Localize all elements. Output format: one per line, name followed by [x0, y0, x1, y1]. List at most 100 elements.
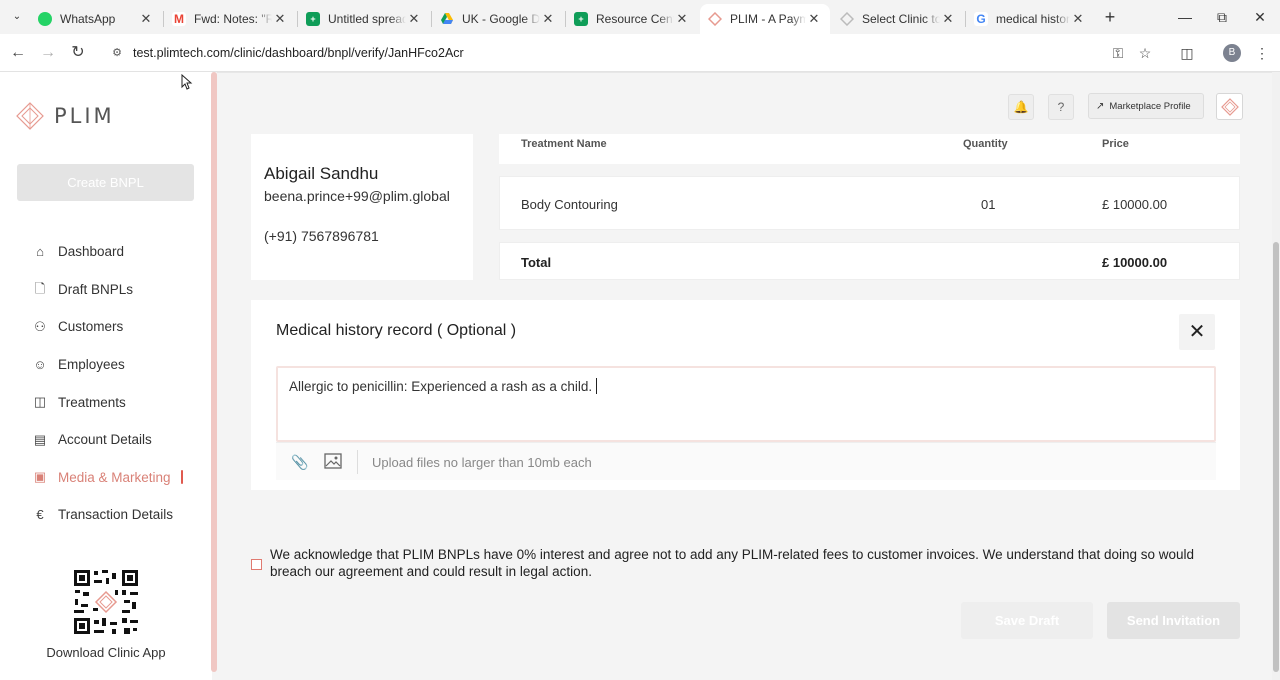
- close-icon[interactable]: ✕: [1179, 314, 1215, 350]
- sidebar-item-draft-bnpls[interactable]: 🗋 Draft BNPLs: [0, 271, 212, 309]
- upload-bar: 📎 Upload files no larger than 10mb each: [276, 442, 1216, 480]
- clinic-avatar[interactable]: [1216, 93, 1243, 120]
- treatment-table-header: Treatment Name Quantity Price: [499, 134, 1240, 164]
- home-icon: ⌂: [36, 243, 44, 259]
- close-icon[interactable]: ✕: [806, 11, 822, 27]
- minimize-icon[interactable]: —: [1173, 6, 1197, 28]
- sheets-icon: +: [306, 12, 320, 26]
- main-scrollbar[interactable]: [1272, 72, 1280, 680]
- treatments-icon: ◫: [33, 394, 47, 410]
- tab-title: Fwd: Notes: "Re: [194, 12, 272, 26]
- image-upload-icon[interactable]: [323, 453, 343, 471]
- plim-icon: [708, 12, 722, 26]
- tab-title: UK - Google Driv: [462, 12, 540, 26]
- paperclip-icon[interactable]: 📎: [290, 453, 310, 471]
- marketplace-profile-button[interactable]: ↗ Marketplace Profile: [1088, 93, 1204, 119]
- treatment-name: Body Contouring: [521, 197, 618, 212]
- sidebar-item-transaction-details[interactable]: € Transaction Details: [0, 496, 212, 534]
- close-icon[interactable]: ✕: [406, 11, 422, 27]
- window-close-icon[interactable]: ✕: [1248, 6, 1272, 28]
- sidebar-item-label: Transaction Details: [58, 507, 174, 523]
- sidebar-item-media-marketing[interactable]: ▣ Media & Marketing: [0, 459, 212, 497]
- total-label: Total: [521, 255, 552, 270]
- tab-title: Resource Centre: [596, 12, 674, 26]
- download-app-link[interactable]: Download Clinic App: [0, 645, 212, 660]
- divider: [357, 450, 358, 474]
- brand-name: PLIM: [54, 104, 115, 128]
- browser-tab[interactable]: G medical history c ✕: [966, 4, 1094, 34]
- browser-tab[interactable]: + Untitled spreads ✕: [298, 4, 430, 34]
- close-icon[interactable]: ✕: [1070, 11, 1086, 27]
- acknowledge-checkbox[interactable]: [251, 559, 262, 570]
- browser-tab[interactable]: WhatsApp ✕: [30, 4, 162, 34]
- close-icon[interactable]: ✕: [540, 11, 556, 27]
- plim-logo[interactable]: PLIM: [16, 102, 115, 130]
- user-plus-icon: ☺: [33, 356, 47, 372]
- column-header: Quantity: [963, 138, 1008, 150]
- browser-tab-active[interactable]: PLIM - A Paymen ✕: [700, 4, 830, 34]
- address-bar: ← → ↻ ⚙ test.plimtech.com/clinic/dashboa…: [0, 34, 1280, 72]
- sidebar-item-account-details[interactable]: ▤ Account Details: [0, 421, 212, 459]
- medical-history-value: Allergic to penicillin: Experienced a ra…: [289, 379, 593, 394]
- reload-icon[interactable]: ↻: [67, 42, 89, 64]
- site-info-icon[interactable]: ⚙: [110, 46, 124, 60]
- url-field[interactable]: ⚙ test.plimtech.com/clinic/dashboard/bnp…: [102, 40, 1162, 66]
- sidebar-item-customers[interactable]: ⚇ Customers: [0, 308, 212, 346]
- help-icon[interactable]: ?: [1048, 94, 1074, 120]
- create-bnpl-button[interactable]: Create BNPL: [17, 164, 194, 201]
- column-header: Treatment Name: [521, 138, 607, 150]
- customer-card: Abigail Sandhu beena.prince+99@plim.glob…: [251, 134, 473, 280]
- sidebar-item-label: Customers: [58, 319, 124, 335]
- save-draft-button[interactable]: Save Draft: [961, 602, 1093, 639]
- users-icon: ⚇: [34, 318, 46, 334]
- sidebar-item-treatments[interactable]: ◫ Treatments: [0, 383, 212, 421]
- browser-tab[interactable]: M Fwd: Notes: "Re ✕: [164, 4, 296, 34]
- tab-title: Select Clinic to c: [862, 12, 940, 26]
- notification-bell-icon[interactable]: 🔔: [1008, 94, 1034, 120]
- table-total-row: Total £ 10000.00: [499, 242, 1240, 280]
- total-value: £ 10000.00: [1102, 255, 1168, 270]
- profile-avatar[interactable]: B: [1223, 44, 1241, 62]
- forward-icon[interactable]: →: [37, 42, 59, 64]
- google-icon: G: [974, 12, 988, 26]
- sidebar: PLIM Create BNPL ⌂ Dashboard 🗋 Draft BNP…: [0, 72, 212, 680]
- header-divider: [217, 72, 1272, 73]
- treatment-price: £ 10000.00: [1102, 197, 1168, 212]
- sidebar-item-dashboard[interactable]: ⌂ Dashboard: [0, 233, 212, 271]
- id-card-icon: ▤: [33, 431, 47, 447]
- medical-history-input[interactable]: Allergic to penicillin: Experienced a ra…: [276, 366, 1216, 442]
- plim-logo-icon: [16, 102, 44, 130]
- sheets-icon: +: [574, 12, 588, 26]
- customer-phone: (+91) 7567896781: [264, 228, 379, 244]
- extensions-icon[interactable]: ◫: [1178, 44, 1196, 62]
- send-invitation-button[interactable]: Send Invitation: [1107, 602, 1240, 639]
- treatment-quantity: 01: [981, 197, 996, 212]
- sidebar-item-label: Dashboard: [58, 244, 125, 260]
- tab-search-chevron-icon[interactable]: ⌄: [8, 8, 26, 26]
- currency-icon: €: [36, 506, 44, 522]
- close-icon[interactable]: ✕: [674, 11, 690, 27]
- restore-icon[interactable]: ⧉: [1210, 6, 1234, 28]
- browser-menu-icon[interactable]: ⋮: [1253, 44, 1271, 62]
- browser-tab[interactable]: + Resource Centre ✕: [566, 4, 698, 34]
- sidebar-item-employees[interactable]: ☺ Employees: [0, 346, 212, 384]
- back-icon[interactable]: ←: [7, 42, 29, 64]
- browser-tab[interactable]: UK - Google Driv ✕: [432, 4, 564, 34]
- acknowledge-text: We acknowledge that PLIM BNPLs have 0% i…: [270, 547, 1195, 579]
- tab-title: medical history c: [996, 12, 1070, 26]
- close-icon[interactable]: ✕: [138, 11, 154, 27]
- close-icon[interactable]: ✕: [940, 11, 956, 27]
- close-icon[interactable]: ✕: [272, 11, 288, 27]
- sidebar-item-label: Employees: [58, 357, 125, 373]
- column-header: Price: [1102, 138, 1129, 150]
- scrollbar-thumb[interactable]: [1273, 242, 1279, 672]
- new-tab-icon[interactable]: +: [1100, 7, 1120, 27]
- medical-history-card: Medical history record ( Optional ) ✕ Al…: [251, 300, 1240, 490]
- sidebar-item-label: Media & Marketing: [58, 469, 171, 485]
- browser-tab[interactable]: Select Clinic to c ✕: [832, 4, 964, 34]
- password-key-icon[interactable]: ⚿: [1109, 44, 1127, 62]
- bookmark-star-icon[interactable]: ☆: [1136, 44, 1154, 62]
- external-link-icon: ↗: [1096, 100, 1105, 112]
- table-row: Body Contouring 01 £ 10000.00: [499, 176, 1240, 230]
- customer-name: Abigail Sandhu: [264, 164, 379, 183]
